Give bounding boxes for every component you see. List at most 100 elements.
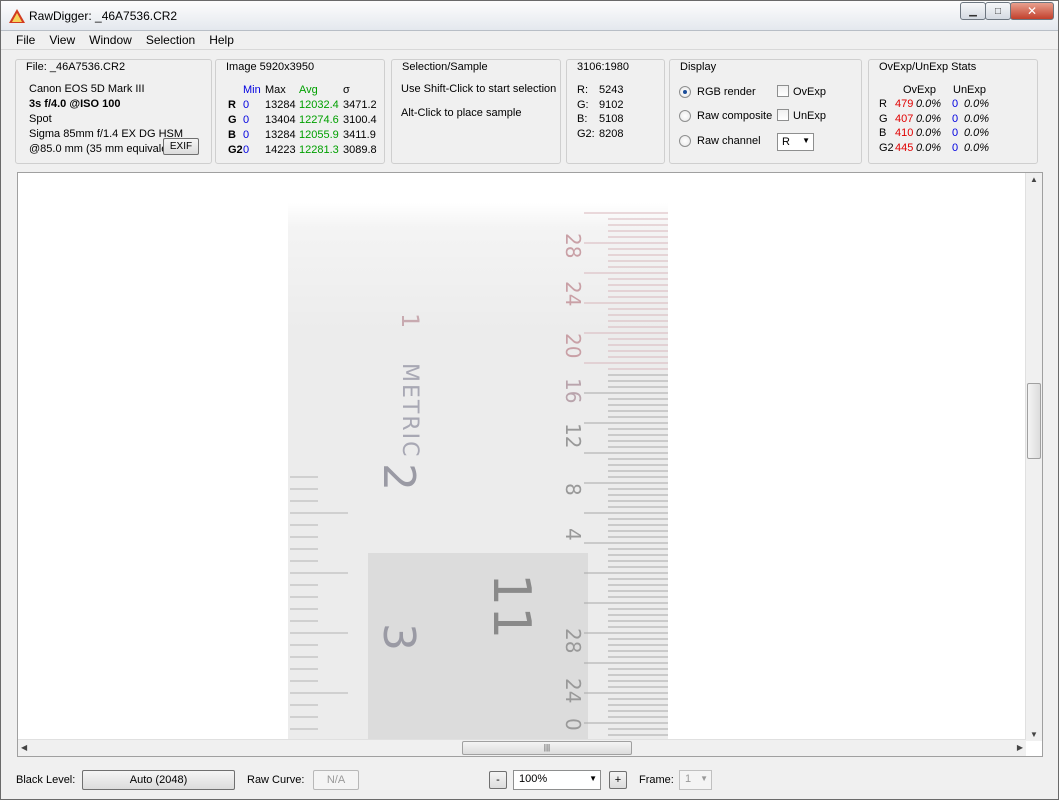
ovexp-count: 407 bbox=[895, 113, 914, 125]
sample-channel: G2: bbox=[577, 128, 595, 140]
ruler-digit: 1 bbox=[396, 313, 424, 328]
stats-channel: G2 bbox=[879, 142, 894, 154]
menu-bar: File View Window Selection Help bbox=[1, 31, 1058, 50]
row-min: 0 bbox=[243, 129, 250, 141]
vertical-scroll-thumb[interactable] bbox=[1027, 383, 1041, 459]
sample-value: 5243 bbox=[599, 84, 624, 96]
menu-file[interactable]: File bbox=[9, 31, 42, 49]
black-level-label: Black Level: bbox=[16, 774, 76, 786]
rgb-render-label[interactable]: RGB render bbox=[697, 86, 756, 98]
raw-curve-button[interactable]: N/A bbox=[313, 770, 359, 790]
ovexp-percent: 0.0% bbox=[916, 142, 942, 154]
zoom-in-button[interactable]: + bbox=[609, 771, 627, 789]
exposure-settings: 3s f/4.0 @ISO 100 bbox=[29, 98, 121, 110]
display-panel-label: Display bbox=[678, 61, 719, 73]
minimize-button[interactable]: ▁ bbox=[960, 2, 986, 20]
scroll-down-icon[interactable]: ▼ bbox=[1030, 730, 1038, 739]
unexp-percent: 0.0% bbox=[964, 113, 990, 125]
rawdigger-app-icon bbox=[9, 9, 25, 23]
ovexp-count: 479 bbox=[895, 98, 914, 110]
menu-view[interactable]: View bbox=[42, 31, 82, 49]
ovexp-label[interactable]: OvExp bbox=[793, 86, 826, 98]
sample-hint: Alt-Click to place sample bbox=[401, 107, 522, 119]
rgb-render-radio[interactable] bbox=[679, 86, 691, 98]
chevron-down-icon: ▼ bbox=[589, 774, 597, 783]
stats-channel: B bbox=[879, 127, 887, 139]
row-sigma: 3089.8 bbox=[343, 144, 377, 156]
unexp-checkbox[interactable] bbox=[777, 109, 789, 121]
raw-image-canvas[interactable]: 28 24 20 16 12 8 4 28 24 0 1 METRIC 2 3 … bbox=[18, 173, 1026, 741]
scroll-left-icon[interactable]: ◀ bbox=[21, 743, 27, 752]
unexp-count: 0 bbox=[952, 113, 959, 125]
scale-number: 24 bbox=[561, 678, 585, 703]
title-bar[interactable]: RawDigger: _46A7536.CR2 ▁ □ ✕ bbox=[1, 1, 1058, 31]
unexp-count: 0 bbox=[952, 98, 959, 110]
chevron-down-icon: ▼ bbox=[802, 136, 810, 145]
ovexp-percent: 0.0% bbox=[916, 113, 942, 125]
row-min: 0 bbox=[243, 144, 250, 156]
sample-values-panel: 3106:1980 bbox=[566, 59, 665, 164]
raw-channel-select[interactable]: R ▼ bbox=[777, 133, 814, 151]
ovexp-checkbox[interactable] bbox=[777, 85, 789, 97]
frame-label: Frame: bbox=[639, 774, 674, 786]
raw-composite-radio[interactable] bbox=[679, 110, 691, 122]
maximize-button[interactable]: □ bbox=[985, 2, 1011, 20]
exif-button[interactable]: EXIF bbox=[163, 138, 199, 155]
unexp-percent: 0.0% bbox=[964, 98, 990, 110]
scale-number: 12 bbox=[561, 423, 585, 448]
raw-curve-label: Raw Curve: bbox=[247, 774, 305, 786]
ruler-digit: 2 bbox=[373, 463, 424, 491]
close-button[interactable]: ✕ bbox=[1010, 2, 1054, 20]
ovexp-percent: 0.0% bbox=[916, 98, 942, 110]
ruler-fade bbox=[288, 203, 668, 333]
stats-panel-label: OvExp/UnExp Stats bbox=[877, 61, 979, 73]
row-min: 0 bbox=[243, 114, 250, 126]
raw-composite-label[interactable]: Raw composite bbox=[697, 110, 772, 122]
scale-number: 28 bbox=[561, 233, 585, 258]
row-min: 0 bbox=[243, 99, 250, 111]
raw-channel-select-value: R bbox=[782, 136, 790, 148]
image-panel-label: Image 5920x3950 bbox=[224, 61, 317, 73]
sample-value: 5108 bbox=[599, 113, 624, 125]
raw-channel-radio[interactable] bbox=[679, 135, 691, 147]
sample-value: 9102 bbox=[599, 99, 624, 111]
window-title: RawDigger: _46A7536.CR2 bbox=[29, 9, 178, 23]
row-channel: B bbox=[228, 129, 236, 141]
lens-model: Sigma 85mm f/1.4 EX DG HSM bbox=[29, 128, 184, 140]
raw-channel-label[interactable]: Raw channel bbox=[697, 135, 761, 147]
scale-number: 8 bbox=[561, 483, 585, 496]
menu-help[interactable]: Help bbox=[202, 31, 241, 49]
horizontal-scrollbar[interactable]: ◀ ||| ▶ bbox=[18, 739, 1026, 756]
ovexp-count: 445 bbox=[895, 142, 914, 154]
sample-channel: R: bbox=[577, 84, 588, 96]
row-avg: 12281.3 bbox=[299, 144, 339, 156]
scale-number: 4 bbox=[561, 528, 585, 541]
file-panel-label: File: _46A7536.CR2 bbox=[24, 61, 128, 73]
zoom-select[interactable]: 100% ▼ bbox=[513, 770, 601, 790]
camera-model: Canon EOS 5D Mark III bbox=[29, 83, 145, 95]
horizontal-scroll-thumb[interactable]: ||| bbox=[462, 741, 632, 755]
row-channel: R bbox=[228, 99, 236, 111]
ruler-digit: 11 bbox=[481, 573, 541, 639]
stats-header-ovexp: OvExp bbox=[903, 84, 937, 96]
row-max: 13284 bbox=[265, 99, 296, 111]
scale-number: 28 bbox=[561, 628, 585, 653]
menu-window[interactable]: Window bbox=[82, 31, 139, 49]
selection-panel-label: Selection/Sample bbox=[400, 61, 490, 73]
row-sigma: 3100.4 bbox=[343, 114, 377, 126]
frame-select[interactable]: 1 ▼ bbox=[679, 770, 712, 790]
menu-selection[interactable]: Selection bbox=[139, 31, 202, 49]
app-window: RawDigger: _46A7536.CR2 ▁ □ ✕ File View … bbox=[0, 0, 1059, 800]
vertical-scrollbar[interactable]: ▲ ▼ bbox=[1025, 173, 1042, 741]
zoom-out-button[interactable]: - bbox=[489, 771, 507, 789]
sample-coordinates: 3106:1980 bbox=[575, 61, 631, 73]
row-avg: 12032.4 bbox=[299, 99, 339, 111]
scale-number: 20 bbox=[561, 333, 585, 358]
sample-channel: B: bbox=[577, 113, 588, 125]
black-level-button[interactable]: Auto (2048) bbox=[82, 770, 235, 790]
unexp-percent: 0.0% bbox=[964, 127, 990, 139]
unexp-label[interactable]: UnExp bbox=[793, 110, 826, 122]
scroll-up-icon[interactable]: ▲ bbox=[1030, 175, 1038, 184]
stats-header-unexp: UnExp bbox=[953, 84, 987, 96]
scroll-right-icon[interactable]: ▶ bbox=[1017, 743, 1023, 752]
